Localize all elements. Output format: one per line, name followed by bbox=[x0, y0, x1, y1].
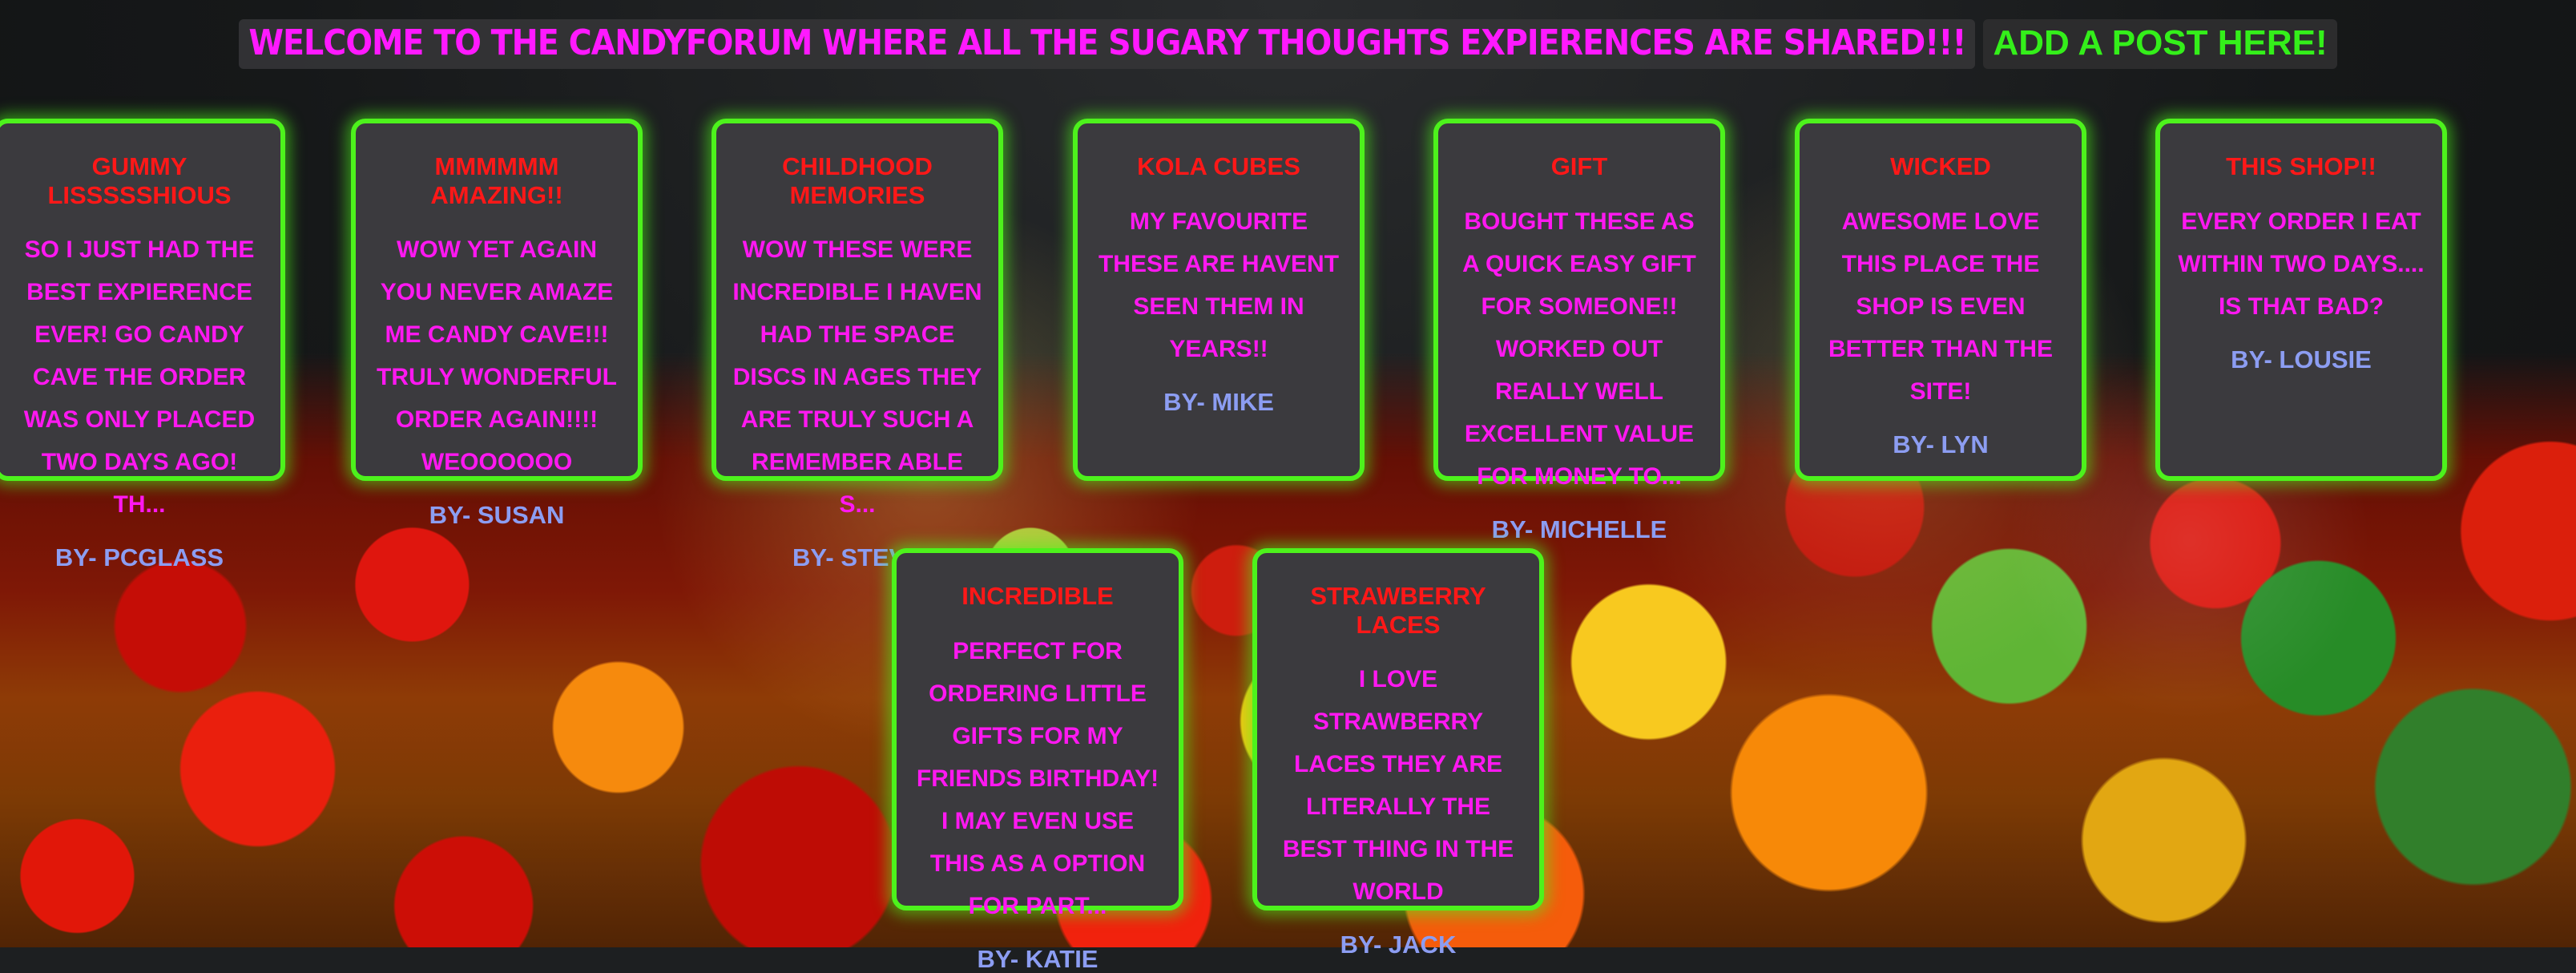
post-body: I LOVE STRAWBERRY LACES THEY ARE LITERAL… bbox=[1282, 666, 1514, 906]
post-author: BY- PCGLASS bbox=[54, 543, 224, 572]
post-title: THIS SHOP!! bbox=[2226, 152, 2376, 180]
post-body: AWESOME LOVE THIS PLACE THE SHOP IS EVEN… bbox=[1828, 208, 2053, 405]
post-card[interactable]: WICKED AWESOME LOVE THIS PLACE THE SHOP … bbox=[1795, 119, 2086, 481]
post-card[interactable]: CHILDHOOD MEMORIES WOW THESE WERE INCRED… bbox=[712, 119, 1003, 570]
post-title: STRAWBERRY LACES bbox=[1310, 582, 1486, 639]
post-body: WOW THESE WERE INCREDIBLE I HAVEN HAD TH… bbox=[732, 236, 982, 519]
forum-posts: GUMMY LISSSSSHIOUS SO I JUST HAD THE BES… bbox=[0, 0, 2576, 971]
post-card[interactable]: INCREDIBLE PERFECT FOR ORDERING LITTLE G… bbox=[892, 548, 1183, 971]
post-body: SO I JUST HAD THE BEST EXPIERENCE EVER! … bbox=[23, 236, 256, 519]
post-title: MMMMMM AMAZING!! bbox=[430, 152, 563, 209]
post-author: BY- MICHELLE bbox=[1491, 515, 1667, 543]
post-body: WOW YET AGAIN YOU NEVER AMAZE ME CANDY C… bbox=[377, 236, 617, 476]
post-body: MY FAVOURITE THESE ARE HAVENT SEEN THEM … bbox=[1098, 208, 1340, 362]
post-author: BY- SUSAN bbox=[429, 501, 565, 530]
post-title: WICKED bbox=[1890, 152, 1991, 180]
post-title: GUMMY LISSSSSHIOUS bbox=[47, 152, 232, 209]
post-title: GIFT bbox=[1550, 152, 1608, 180]
post-author: BY- MIKE bbox=[1163, 387, 1274, 416]
post-author: BY- LYN bbox=[1893, 430, 1989, 458]
post-title: INCREDIBLE bbox=[961, 582, 1114, 610]
post-card[interactable]: MMMMMM AMAZING!! WOW YET AGAIN YOU NEVER… bbox=[351, 119, 643, 527]
post-card[interactable]: STRAWBERRY LACES I LOVE STRAWBERRY LACES… bbox=[1252, 548, 1544, 957]
post-author: BY- KATIE bbox=[977, 944, 1099, 973]
post-author: BY- JACK bbox=[1340, 931, 1457, 959]
post-author: BY- LOUSIE bbox=[2231, 345, 2372, 373]
post-title: KOLA CUBES bbox=[1137, 152, 1300, 180]
post-body: BOUGHT THESE AS A QUICK EASY GIFT FOR SO… bbox=[1462, 208, 1696, 490]
post-card[interactable]: KOLA CUBES MY FAVOURITE THESE ARE HAVENT… bbox=[1073, 119, 1365, 481]
post-card[interactable]: GIFT BOUGHT THESE AS A QUICK EASY GIFT F… bbox=[1433, 119, 1725, 542]
post-title: CHILDHOOD MEMORIES bbox=[782, 152, 933, 209]
post-body: EVERY ORDER I EAT WITHIN TWO DAYS.... IS… bbox=[2178, 208, 2425, 320]
post-card[interactable]: GUMMY LISSSSSHIOUS SO I JUST HAD THE BES… bbox=[0, 119, 285, 570]
post-card[interactable]: THIS SHOP!! EVERY ORDER I EAT WITHIN TWO… bbox=[2155, 119, 2447, 481]
post-body: PERFECT FOR ORDERING LITTLE GIFTS FOR MY… bbox=[916, 637, 1159, 919]
